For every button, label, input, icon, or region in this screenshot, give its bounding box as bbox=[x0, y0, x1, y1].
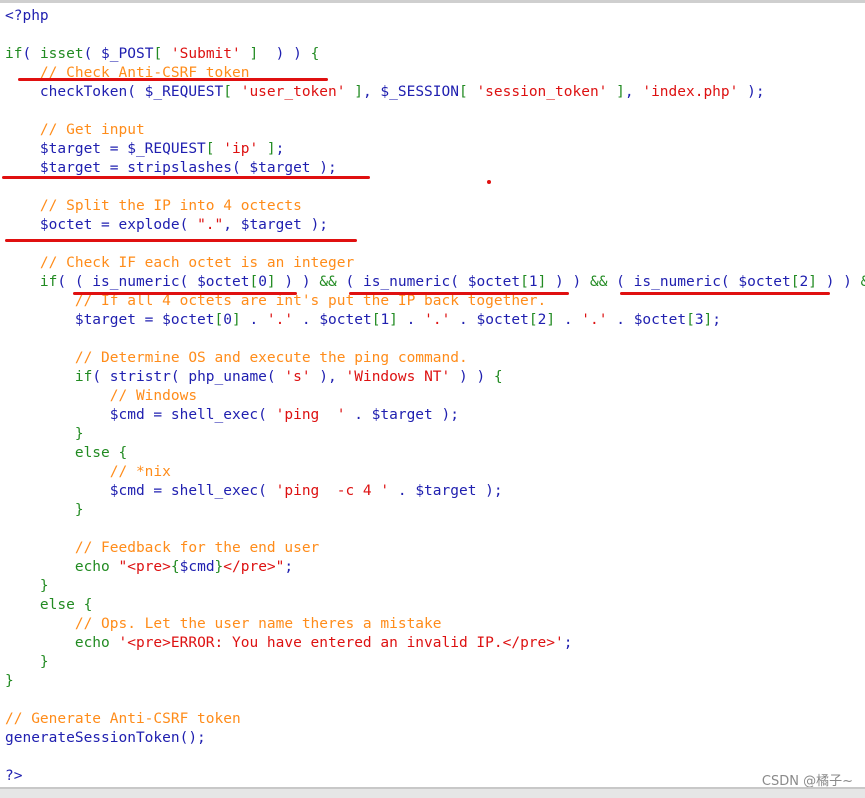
code-line: } bbox=[74, 426, 84, 442]
code-line: // Get input bbox=[39, 122, 145, 138]
code-line: else { bbox=[39, 597, 93, 613]
code-line: } bbox=[39, 578, 49, 594]
code-line: // Feedback for the end user bbox=[74, 540, 320, 556]
code-line: generateSessionToken(); bbox=[5, 730, 206, 746]
annotation-underline-explode bbox=[5, 239, 357, 242]
bottom-bar bbox=[0, 787, 865, 798]
code-line: // Check IF each octet is an integer bbox=[39, 255, 355, 271]
code-line: // Split the IP into 4 octects bbox=[39, 198, 302, 214]
code-line: // Windows bbox=[109, 388, 198, 404]
annotation-underline-stripslashes bbox=[2, 176, 370, 179]
code-line: $cmd = shell_exec( 'ping -c 4 ' . $targe… bbox=[5, 483, 503, 499]
code-line: // Generate Anti-CSRF token bbox=[5, 711, 241, 727]
annotation-underline-octet1 bbox=[349, 292, 569, 295]
code-line: <?php bbox=[5, 8, 49, 24]
code-line: else { bbox=[74, 445, 128, 461]
code-line: // *nix bbox=[109, 464, 171, 480]
top-border bbox=[0, 0, 865, 3]
code-line: } bbox=[74, 502, 84, 518]
annotation-underline-octet0 bbox=[73, 292, 297, 295]
code-line: $target = $octet[0] . '.' . $octet[1] . … bbox=[5, 312, 722, 328]
code-line: $cmd = shell_exec( 'ping ' . $target ); bbox=[5, 407, 459, 423]
code-line: if( isset( $_POST[ 'Submit' ] ) ) { bbox=[5, 46, 320, 62]
code-line: $target = $_REQUEST[ 'ip' ]; bbox=[5, 141, 285, 157]
code-line: if( ( is_numeric( $octet[0] ) ) && ( is_… bbox=[39, 274, 865, 290]
code-line: if( stristr( php_uname( 's' ), 'Windows … bbox=[74, 369, 503, 385]
annotation-dot bbox=[487, 180, 491, 184]
code-line: // Determine OS and execute the ping com… bbox=[74, 350, 468, 366]
code-line: } bbox=[5, 673, 14, 689]
code-line: ?> bbox=[5, 768, 23, 784]
code-line: $octet = explode( ".", $target ); bbox=[5, 217, 329, 233]
code-line: echo "<pre>{$cmd}</pre>"; bbox=[74, 559, 294, 575]
annotation-underline-csrf-comment bbox=[18, 78, 328, 81]
code-line: checkToken( $_REQUEST[ 'user_token' ], $… bbox=[5, 84, 765, 100]
code-line: // Ops. Let the user name theres a mista… bbox=[74, 616, 442, 632]
annotation-underline-octet2 bbox=[620, 292, 830, 295]
code-editor[interactable]: <?php if( isset( $_POST[ 'Submit' ] ) ) {… bbox=[5, 7, 865, 786]
code-line: } bbox=[39, 654, 49, 670]
code-line: echo '<pre>ERROR: You have entered an in… bbox=[74, 635, 573, 651]
